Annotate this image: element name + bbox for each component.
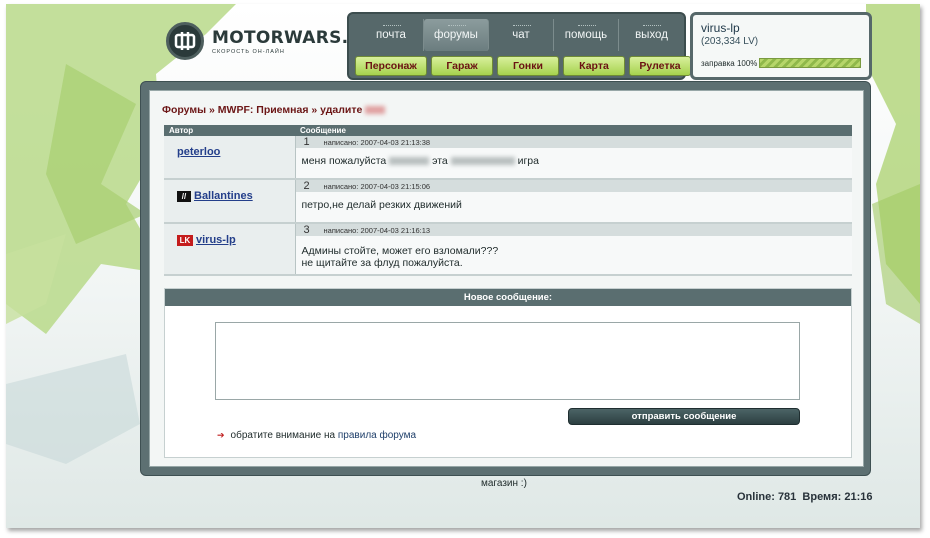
post-text: меня пожалуйста эта игра — [295, 148, 852, 178]
column-header-message: Сообщение — [295, 125, 852, 136]
new-message-title: Новое сообщение: — [165, 289, 851, 306]
post-text-part: эта — [429, 155, 451, 167]
post-date: написано: 2007-04-03 21:15:06 — [323, 181, 431, 191]
shop-link[interactable]: магазин :) — [481, 478, 527, 489]
user-name[interactable]: virus-lp — [701, 21, 740, 35]
user-info-box: virus-lp (203,334 LV) заправка 100% — [690, 12, 872, 80]
send-message-button[interactable]: отправить сообщение — [568, 408, 800, 425]
nav-tab-logout[interactable]: выход — [619, 19, 684, 51]
post-date: написано: 2007-04-03 21:13:38 — [323, 137, 431, 147]
post-author-cell: peterloo — [164, 136, 296, 180]
clan-icon: LK — [177, 234, 193, 246]
arrow-right-icon: ➔ — [217, 430, 225, 440]
breadcrumb-separator: » — [206, 104, 218, 116]
online-count: Online: 781 — [737, 491, 797, 503]
post-number: 3 — [303, 224, 310, 236]
post-text-line: Админы стойте, может его взломали??? — [301, 245, 499, 257]
post-number: 2 — [303, 180, 310, 192]
table-row: LK virus-lp 3 написано: 2007-04-03 21:16:… — [164, 223, 852, 276]
new-message-panel: Новое сообщение: отправить сообщение ➔ об… — [164, 288, 852, 458]
post-message-cell: 3 написано: 2007-04-03 21:16:13 Админы с… — [295, 223, 852, 276]
breadcrumb-forums[interactable]: Форумы — [162, 104, 206, 116]
post-message-cell: 2 написано: 2007-04-03 21:15:06 петро,не… — [295, 179, 852, 224]
site-logo[interactable]: MOTORWARS.RU СКОРОСТЬ ОН-ЛАЙН — [166, 22, 376, 60]
redacted-text — [450, 157, 515, 166]
post-text-part: игра — [514, 155, 539, 167]
breadcrumb: Форумы » MWPF: Приемная » удалите — [162, 104, 386, 116]
post-number: 1 — [303, 136, 310, 148]
nav-button-races[interactable]: Гонки — [497, 56, 559, 76]
forum-frame: Форумы » MWPF: Приемная » удалите Автор … — [140, 81, 871, 476]
nav-button-character[interactable]: Персонаж — [355, 56, 427, 76]
post-text-part: меня пожалуйста — [301, 155, 390, 167]
breadcrumb-separator: » — [308, 104, 321, 116]
post-text: петро,не делай резких движений — [295, 192, 852, 222]
nav-button-garage[interactable]: Гараж — [431, 56, 493, 76]
table-row: peterloo 1 написано: 2007-04-03 21:13:38… — [164, 136, 852, 180]
user-level: (203,334 LV) — [701, 36, 759, 47]
breadcrumb-section[interactable]: MWPF: Приемная — [218, 104, 309, 116]
post-author-link[interactable]: virus-lp — [196, 234, 236, 246]
redacted-text — [389, 157, 430, 166]
nav-button-roulette[interactable]: Рулетка — [629, 56, 691, 76]
post-author-cell: //Ballantines — [164, 179, 296, 224]
post-text: Админы стойте, может его взломали??? не … — [295, 236, 852, 274]
main-navigation: почта форумы чат помощь выход Персонаж Г… — [347, 12, 691, 80]
post-author-link[interactable]: Ballantines — [194, 190, 253, 202]
table-row: //Ballantines 2 написано: 2007-04-03 21:… — [164, 179, 852, 224]
nav-tab-chat[interactable]: чат — [489, 19, 554, 51]
posts-table: Автор Сообщение peterloo 1 написано: 200… — [164, 125, 852, 276]
notice-text: обратите внимание на — [230, 430, 338, 441]
nav-tab-mail[interactable]: почта — [359, 19, 424, 51]
message-textarea[interactable] — [215, 322, 800, 400]
online-status: Online: 781 Время: 21:16 — [737, 491, 872, 503]
page: MOTORWARS.RU СКОРОСТЬ ОН-ЛАЙН почта фору… — [6, 4, 920, 528]
redacted-text — [365, 106, 386, 115]
nav-button-map[interactable]: Карта — [563, 56, 625, 76]
breadcrumb-topic: удалите — [320, 104, 366, 116]
post-author-cell: LK virus-lp — [164, 223, 296, 276]
post-date: написано: 2007-04-03 21:16:13 — [323, 225, 431, 235]
nav-tab-forums[interactable]: форумы — [424, 19, 489, 51]
column-header-author: Автор — [164, 125, 295, 136]
forum-rules-notice: ➔ обратите внимание на правила форума — [217, 430, 416, 441]
logo-wheel-icon — [166, 22, 204, 60]
forum-content: Форумы » MWPF: Приемная » удалите Автор … — [149, 90, 864, 467]
clan-icon: // — [177, 190, 191, 202]
fuel-label: заправка 100% — [701, 59, 758, 68]
post-text-line: не щитайте за флуд пожалуйста. — [301, 257, 463, 269]
post-message-cell: 1 написано: 2007-04-03 21:13:38 меня пож… — [295, 136, 852, 180]
post-author-link[interactable]: peterloo — [177, 146, 220, 158]
nav-tab-help[interactable]: помощь — [554, 19, 619, 51]
server-time: Время: 21:16 — [802, 491, 873, 503]
forum-rules-link[interactable]: правила форума — [338, 430, 416, 441]
fuel-progress-bar — [759, 58, 861, 68]
